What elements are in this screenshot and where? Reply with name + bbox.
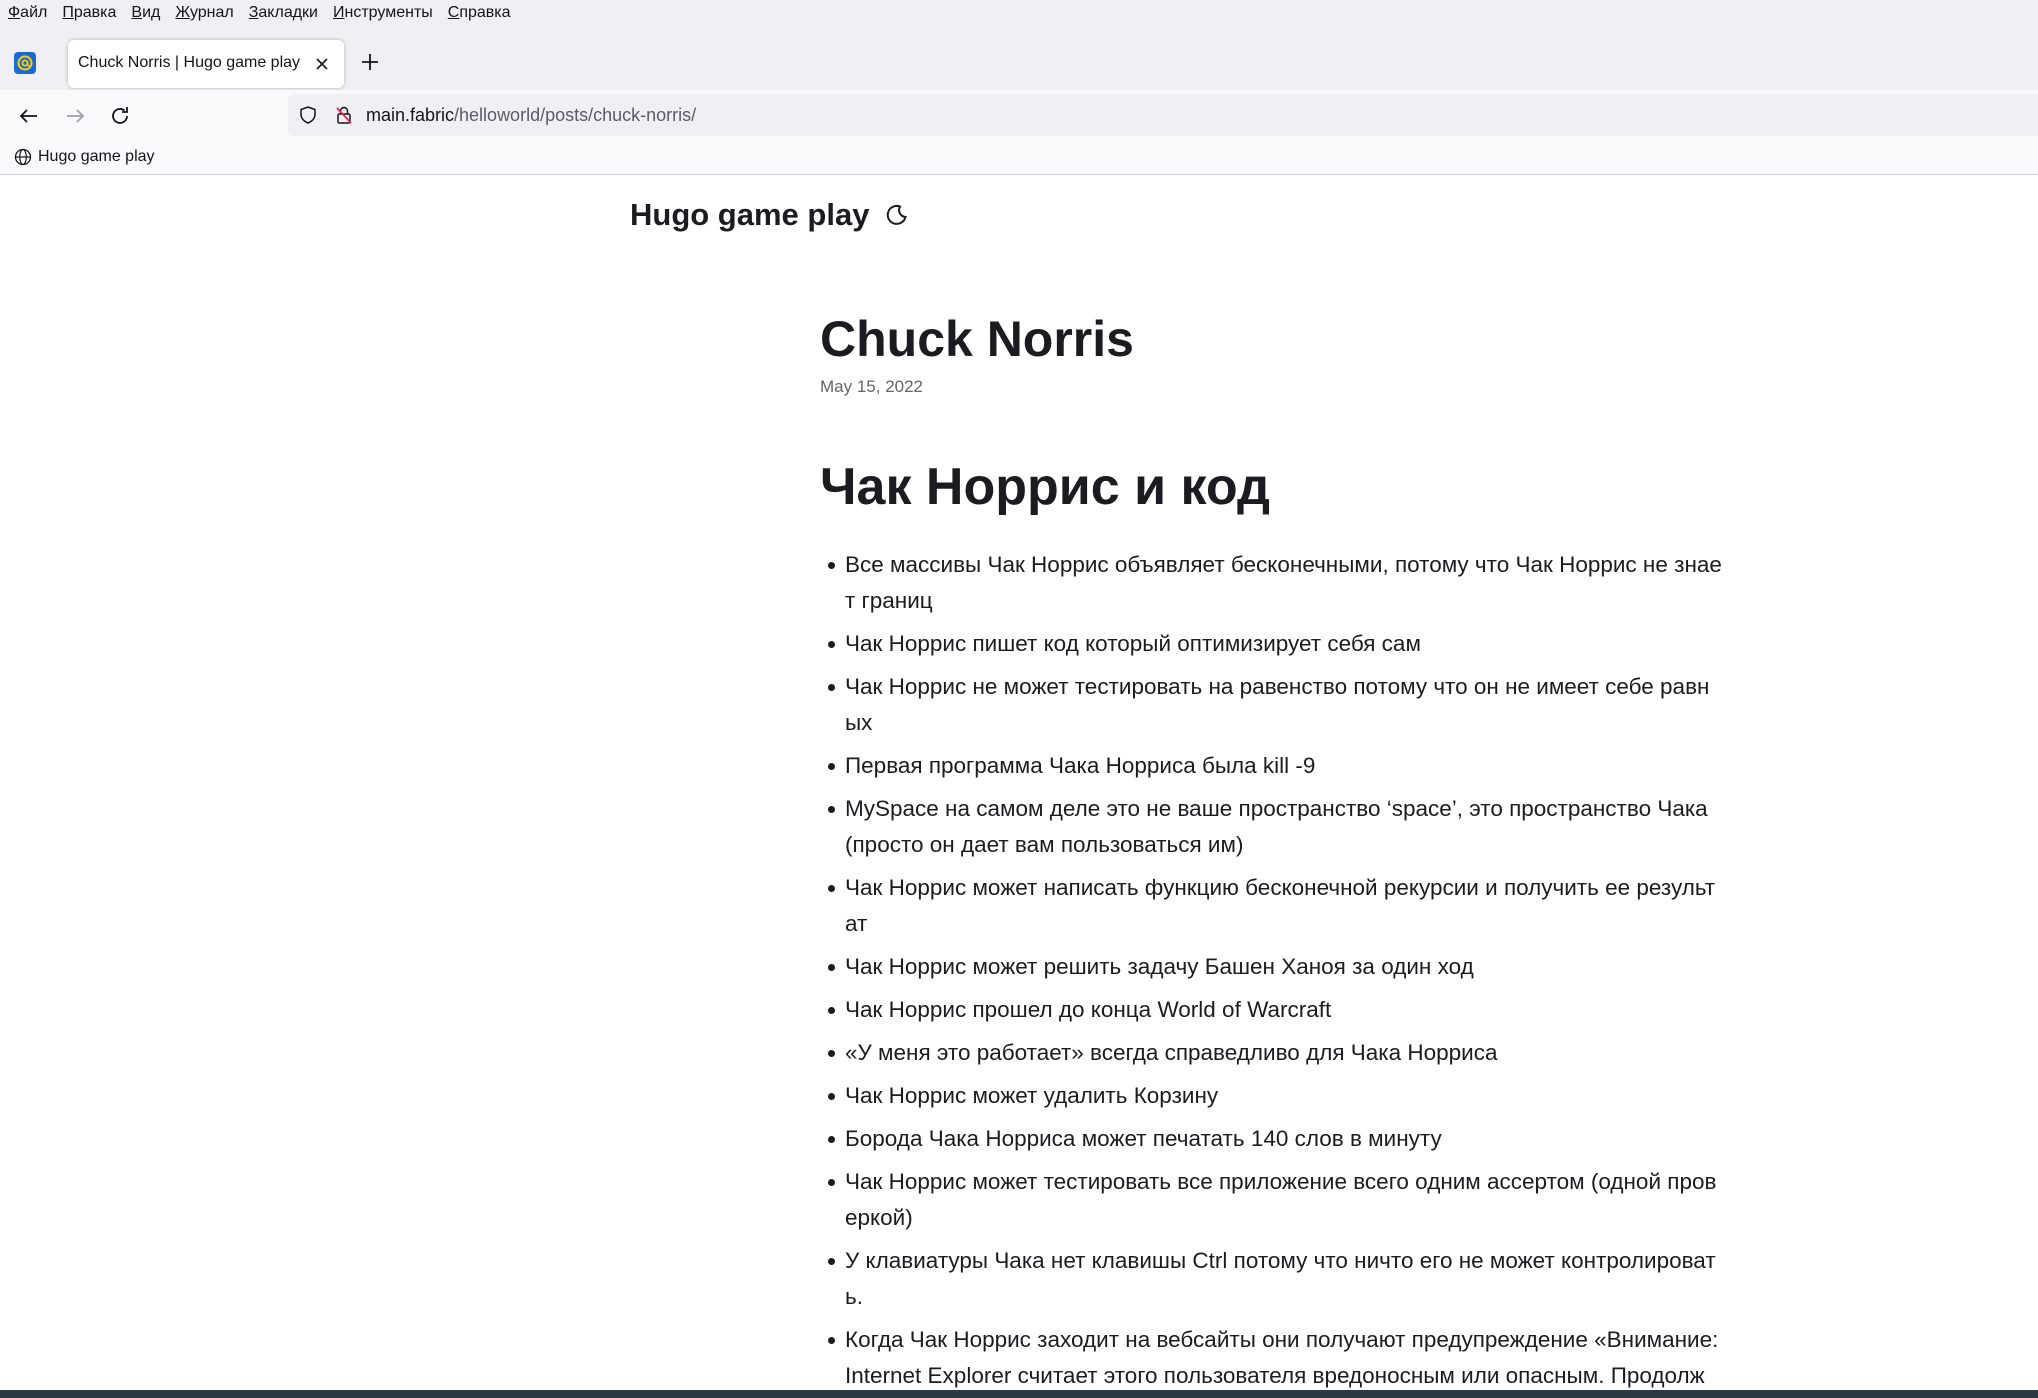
nav-bar: main.fabric/helloworld/posts/chuck-norri… [0, 90, 2038, 140]
page-content: Hugo game play Chuck Norris May 15, 2022… [0, 175, 2038, 1390]
list-item: Все массивы Чак Норрис объявляет бесконе… [828, 547, 1725, 619]
menu-bookmarks-label: акладки [258, 4, 318, 21]
list-item: Когда Чак Норрис заходит на вебсайты они… [828, 1322, 1725, 1390]
menu-edit-label: равка [73, 4, 117, 21]
list-item: Чак Норрис прошел до конца World of Warc… [828, 992, 1725, 1028]
list-item: Чак Норрис может решить задачу Башен Хан… [828, 949, 1725, 985]
post-date: May 15, 2022 [820, 377, 924, 396]
menu-edit[interactable]: Правка [62, 4, 116, 22]
globe-icon [14, 148, 32, 166]
menu-bar: Файл Правка Вид Журнал Закладки Инструме… [0, 0, 2038, 26]
list-item: Чак Норрис может удалить Корзину [828, 1078, 1725, 1114]
post-title: Chuck Norris [820, 311, 1134, 367]
list-item: MySpace на самом деле это не ваше простр… [828, 791, 1725, 863]
menu-history[interactable]: Журнал [175, 4, 233, 22]
list-item: Чак Норрис пишет код который оптимизируе… [828, 626, 1725, 662]
list-item: Чак Норрис может написать функцию бескон… [828, 870, 1725, 942]
menu-edit-accel: П [62, 4, 74, 21]
menu-help[interactable]: Справка [448, 4, 511, 22]
menu-file-label: айл [20, 4, 48, 21]
menu-view-accel: В [131, 4, 143, 21]
url-text[interactable]: main.fabric/helloworld/posts/chuck-norri… [366, 105, 696, 126]
menu-view[interactable]: Вид [131, 4, 160, 22]
menu-tools[interactable]: Инструменты [333, 4, 433, 22]
list-item: Борода Чака Норриса может печатать 140 с… [828, 1121, 1725, 1157]
list-item: «У меня это работает» всегда справедливо… [828, 1035, 1725, 1071]
site-header: Hugo game play [630, 197, 909, 233]
menu-file[interactable]: Файл [8, 4, 47, 22]
mail-at-icon [14, 52, 36, 74]
tab-bar: Chuck Norris | Hugo game play [0, 26, 2038, 90]
list-item: У клавиатуры Чака нет клавишы Ctrl потом… [828, 1243, 1725, 1315]
insecure-lock-icon[interactable] [334, 105, 354, 125]
close-icon[interactable] [312, 54, 332, 74]
menu-file-accel: Ф [8, 4, 21, 21]
list-item: Чак Норрис может тестировать все приложе… [828, 1164, 1725, 1236]
menu-bookmarks-accel: З [248, 4, 259, 21]
menu-tools-accel: И [333, 4, 345, 21]
url-bar[interactable]: main.fabric/helloworld/posts/chuck-norri… [288, 94, 2038, 136]
bookmarks-toolbar: Hugo game play [0, 140, 2038, 175]
menu-bookmarks[interactable]: Закладки [249, 4, 318, 22]
list-item: Первая программа Чака Норриса была kill … [828, 748, 1725, 784]
taskbar-edge [0, 1390, 2038, 1398]
facts-list: Все массивы Чак Норрис объявляет бесконе… [820, 547, 1725, 1390]
plus-icon[interactable] [358, 50, 382, 74]
menu-tools-label: нструменты [344, 4, 433, 21]
url-host: main.fabric [366, 105, 455, 125]
menu-help-label: правка [459, 4, 511, 21]
forward-arrow-icon[interactable] [62, 103, 88, 129]
tab-title: Chuck Norris | Hugo game play [78, 54, 301, 71]
bookmark-hugo-game-play[interactable]: Hugo game play [14, 146, 155, 168]
bookmark-label: Hugo game play [38, 148, 155, 165]
tab-chuck-norris[interactable]: Chuck Norris | Hugo game play [68, 40, 344, 88]
shield-icon[interactable] [298, 105, 318, 125]
post-heading: Чак Норрис и код [820, 458, 1270, 516]
moon-icon[interactable] [885, 203, 909, 227]
pinned-tab-mail[interactable] [14, 52, 36, 74]
post-article: Chuck Norris May 15, 2022 Чак Норрис и к… [820, 307, 1725, 1390]
back-arrow-icon[interactable] [16, 103, 42, 129]
menu-history-label: урнал [189, 4, 234, 21]
reload-icon[interactable] [107, 103, 133, 129]
list-item: Чак Норрис не может тестировать на равен… [828, 669, 1725, 741]
menu-history-accel: Ж [175, 4, 190, 21]
menu-help-accel: С [447, 4, 460, 21]
menu-view-label: ид [142, 4, 161, 21]
site-title[interactable]: Hugo game play [630, 197, 869, 233]
url-path: /helloworld/posts/chuck-norris/ [454, 105, 697, 125]
